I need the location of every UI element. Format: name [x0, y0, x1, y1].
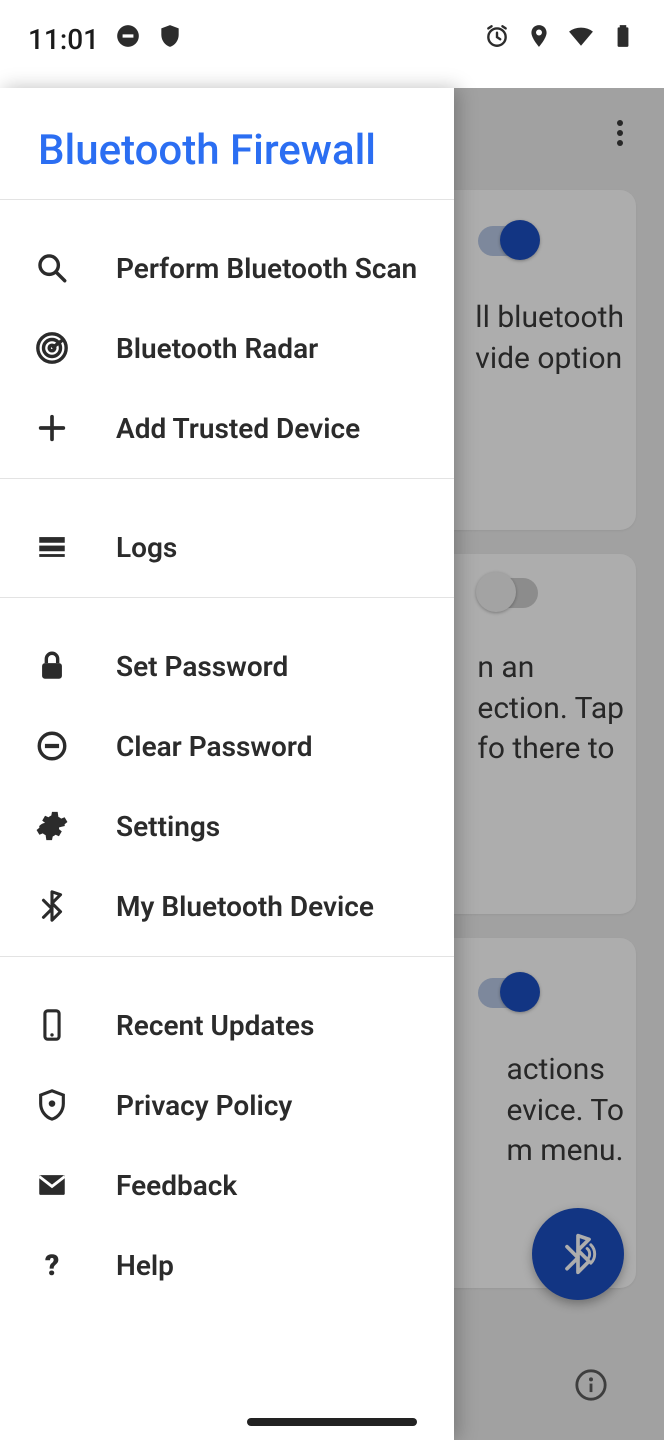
menu-item-settings[interactable]: Settings	[0, 786, 454, 866]
menu-label: Logs	[116, 531, 177, 564]
menu-group-0: Perform Bluetooth Scan Bluetooth Radar A…	[0, 200, 454, 478]
mail-icon	[34, 1167, 70, 1203]
wifi-icon	[568, 23, 594, 56]
help-icon: ?	[34, 1247, 70, 1283]
menu-group-3: Recent Updates Privacy Policy Feedback ?…	[0, 957, 454, 1315]
logs-icon	[34, 529, 70, 565]
dnd-icon	[115, 23, 141, 56]
phone-icon	[34, 1007, 70, 1043]
bluetooth-icon	[34, 888, 70, 924]
menu-group-1: Logs	[0, 479, 454, 597]
menu-label: Feedback	[116, 1169, 237, 1202]
drawer-title: Bluetooth Firewall	[0, 88, 454, 199]
menu-item-clear-password[interactable]: Clear Password	[0, 706, 454, 786]
menu-item-set-password[interactable]: Set Password	[0, 608, 454, 706]
menu-label: Settings	[116, 810, 220, 843]
menu-label: Help	[116, 1249, 174, 1282]
menu-label: My Bluetooth Device	[116, 890, 374, 923]
lock-icon	[34, 648, 70, 684]
menu-item-logs[interactable]: Logs	[0, 489, 454, 587]
status-time: 11:01	[28, 23, 99, 56]
status-right	[484, 23, 636, 56]
shield-status-icon	[157, 23, 183, 56]
alarm-icon	[484, 23, 510, 56]
menu-label: Perform Bluetooth Scan	[116, 252, 417, 285]
menu-item-help[interactable]: ? Help	[0, 1225, 454, 1305]
location-icon	[526, 23, 552, 56]
search-icon	[34, 250, 70, 286]
menu-group-2: Set Password Clear Password Settings My …	[0, 598, 454, 956]
radar-icon	[34, 330, 70, 366]
battery-icon	[610, 23, 636, 56]
menu-label: Recent Updates	[116, 1009, 314, 1042]
shield-icon	[34, 1087, 70, 1123]
menu-item-my-device[interactable]: My Bluetooth Device	[0, 866, 454, 946]
menu-label: Add Trusted Device	[116, 412, 360, 445]
gesture-handle[interactable]	[247, 1418, 417, 1426]
svg-text:?: ?	[45, 1249, 59, 1282]
menu-label: Set Password	[116, 650, 288, 683]
menu-item-scan[interactable]: Perform Bluetooth Scan	[0, 210, 454, 308]
status-bar: 11:01	[0, 0, 664, 88]
menu-label: Bluetooth Radar	[116, 332, 318, 365]
clear-icon	[34, 728, 70, 764]
status-left: 11:01	[28, 23, 183, 56]
plus-icon	[34, 410, 70, 446]
menu-item-updates[interactable]: Recent Updates	[0, 967, 454, 1065]
menu-label: Privacy Policy	[116, 1089, 292, 1122]
menu-item-feedback[interactable]: Feedback	[0, 1145, 454, 1225]
navigation-drawer: Bluetooth Firewall Perform Bluetooth Sca…	[0, 88, 454, 1440]
menu-label: Clear Password	[116, 730, 312, 763]
menu-item-add-trusted[interactable]: Add Trusted Device	[0, 388, 454, 468]
menu-item-radar[interactable]: Bluetooth Radar	[0, 308, 454, 388]
menu-item-privacy[interactable]: Privacy Policy	[0, 1065, 454, 1145]
gear-icon	[34, 808, 70, 844]
